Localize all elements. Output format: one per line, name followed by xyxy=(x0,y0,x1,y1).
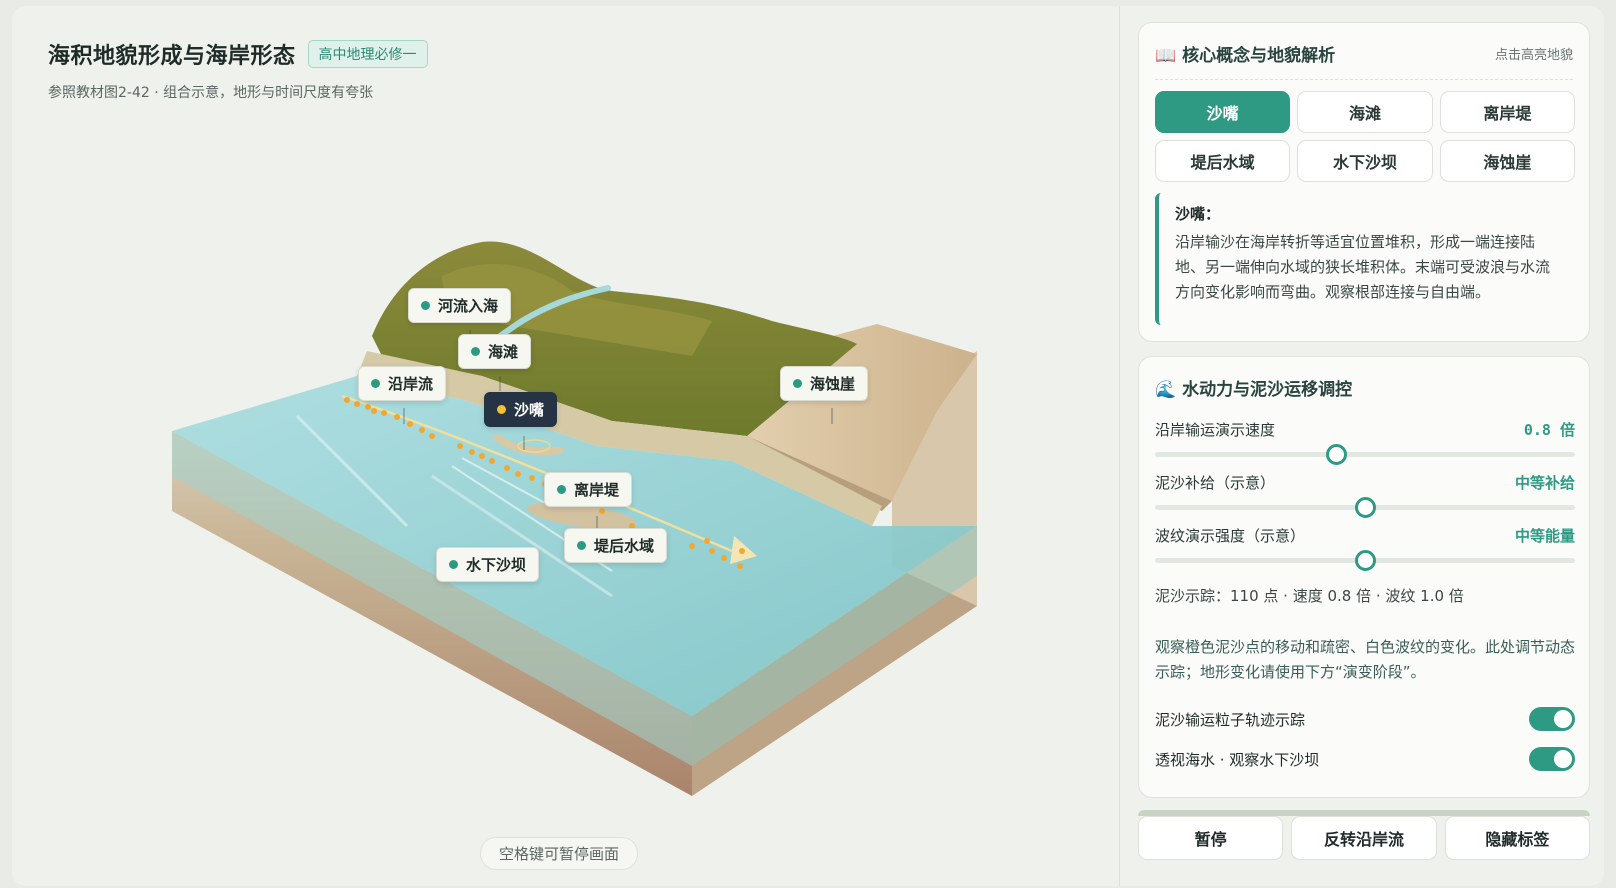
concept-card-hint: 点击高亮地貌 xyxy=(1494,48,1573,63)
concept-detail-body: 沿岸输沙在海岸转折等适宜位置堆积，形成一端连接陆地、另一端伸向水域的狭长堆积体。… xyxy=(1175,233,1551,301)
speed-slider-track[interactable] xyxy=(1155,444,1575,465)
label-dot xyxy=(793,379,802,388)
particle-trace-toggle-row: 泥沙输运粒子轨迹示踪 xyxy=(1155,707,1575,731)
wave-slider-group: 波纹演示强度（示意） 中等能量 xyxy=(1155,525,1575,571)
sediment-slider-track[interactable] xyxy=(1155,497,1575,518)
tab-sea-cliff[interactable]: 海蚀崖 xyxy=(1439,140,1575,182)
tab-spit[interactable]: 沙嘴 xyxy=(1155,91,1291,133)
concept-title-text: 核心概念与地貌解析 xyxy=(1182,46,1336,66)
course-badge: 高中地理必修一 xyxy=(307,40,428,68)
action-bar: 暂停 反转沿岸流 隐藏标签 xyxy=(1138,816,1590,860)
label-spit[interactable]: 沙嘴 xyxy=(484,392,558,427)
label-dot xyxy=(449,560,458,569)
label-text: 堤后水域 xyxy=(594,537,655,555)
toggle-label: 泥沙输运粒子轨迹示踪 xyxy=(1155,710,1306,729)
pause-button[interactable]: 暂停 xyxy=(1138,816,1284,860)
tab-offshore-bar[interactable]: 离岸堤 xyxy=(1439,91,1575,133)
concept-detail-title: 沙嘴： xyxy=(1175,205,1221,223)
terrain-block-diagram[interactable] xyxy=(12,6,1119,886)
label-text: 沿岸流 xyxy=(388,375,434,393)
scene-stage: 海积地貌形成与海岸形态 高中地理必修一 参照教材图2-42 · 组合示意，地形与… xyxy=(12,6,1119,886)
wave-icon: 🌊 xyxy=(1155,380,1177,400)
label-dot xyxy=(421,301,430,310)
slider-value: 中等能量 xyxy=(1514,527,1575,545)
label-text: 水下沙坝 xyxy=(466,556,527,574)
transparent-sea-switch[interactable] xyxy=(1529,747,1575,771)
control-card-header: 🌊 水动力与泥沙运移调控 xyxy=(1155,375,1573,400)
pause-hint: 空格键可暂停画面 xyxy=(480,837,639,870)
label-river-mouth[interactable]: 河流入海 xyxy=(408,288,512,323)
tab-beach[interactable]: 海滩 xyxy=(1297,91,1433,133)
speed-slider-group: 沿岸输运演示速度 0.8 倍 xyxy=(1155,419,1575,465)
label-text: 沙嘴 xyxy=(514,401,545,419)
label-dot xyxy=(371,379,380,388)
wave-slider-track[interactable] xyxy=(1155,550,1575,571)
sediment-slider-group: 泥沙补给（示意） 中等补给 xyxy=(1155,472,1575,518)
side-panel: 📖 核心概念与地貌解析 点击高亮地貌 沙嘴 海滩 离岸堤 堤后水域 水下沙坝 海蚀… xyxy=(1119,6,1604,886)
transparent-sea-toggle-row: 透视海水 · 观察水下沙坝 xyxy=(1155,747,1575,771)
label-dot xyxy=(557,485,566,494)
label-offshore-bar[interactable]: 离岸堤 xyxy=(544,472,633,507)
observation-note: 观察橙色泥沙点的移动和疏密、白色波纹的变化。此处调节动态示踪；地形变化请使用下方… xyxy=(1155,638,1576,681)
book-icon: 📖 xyxy=(1155,46,1177,66)
concept-detail: 沙嘴： 沿岸输沙在海岸转折等适宜位置堆积，形成一端连接陆地、另一端伸向水域的狭长… xyxy=(1155,193,1575,325)
page-title: 海积地貌形成与海岸形态 xyxy=(48,44,296,69)
label-text: 海蚀崖 xyxy=(810,375,856,393)
hide-labels-button[interactable]: 隐藏标签 xyxy=(1444,816,1590,860)
page-subtitle: 参照教材图2-42 · 组合示意，地形与时间尺度有夸张 xyxy=(48,85,374,101)
label-submarine-bar[interactable]: 水下沙坝 xyxy=(436,547,540,582)
label-dot xyxy=(577,541,586,550)
slider-value: 0.8 倍 xyxy=(1523,421,1575,439)
tab-submarine-bar[interactable]: 水下沙坝 xyxy=(1297,140,1433,182)
trace-readout: 泥沙示踪：110 点 · 速度 0.8 倍 · 波纹 1.0 倍 xyxy=(1155,587,1464,605)
slider-value: 中等补给 xyxy=(1514,474,1575,492)
label-text: 海滩 xyxy=(488,343,519,361)
control-card-title: 🌊 水动力与泥沙运移调控 xyxy=(1155,375,1352,400)
label-text: 河流入海 xyxy=(438,297,499,315)
slider-label: 波纹演示强度（示意） xyxy=(1155,527,1306,545)
wave-slider-thumb[interactable] xyxy=(1355,550,1376,571)
tab-lagoon[interactable]: 堤后水域 xyxy=(1155,140,1291,182)
sediment-slider-thumb[interactable] xyxy=(1355,497,1376,518)
label-lagoon[interactable]: 堤后水域 xyxy=(564,528,668,563)
label-dot xyxy=(471,347,480,356)
speed-slider-thumb[interactable] xyxy=(1325,444,1347,465)
header: 海积地貌形成与海岸形态 高中地理必修一 xyxy=(48,38,428,70)
label-beach[interactable]: 海滩 xyxy=(458,334,532,369)
label-dot xyxy=(497,405,506,414)
landform-tabs: 沙嘴 海滩 离岸堤 堤后水域 水下沙坝 海蚀崖 xyxy=(1155,91,1575,182)
slider-label: 泥沙补给（示意） xyxy=(1155,474,1276,492)
divider xyxy=(1155,79,1573,80)
toggle-label: 透视海水 · 观察水下沙坝 xyxy=(1155,750,1320,769)
label-longshore-current[interactable]: 沿岸流 xyxy=(358,366,447,401)
label-text: 离岸堤 xyxy=(574,481,620,499)
concept-card-header: 📖 核心概念与地貌解析 点击高亮地貌 xyxy=(1155,41,1573,66)
control-title-text: 水动力与泥沙运移调控 xyxy=(1182,380,1353,400)
concept-card: 📖 核心概念与地貌解析 点击高亮地貌 沙嘴 海滩 离岸堤 堤后水域 水下沙坝 海蚀… xyxy=(1138,22,1590,342)
label-sea-cliff[interactable]: 海蚀崖 xyxy=(780,366,869,401)
reverse-current-button[interactable]: 反转沿岸流 xyxy=(1291,816,1437,860)
particle-trace-switch[interactable] xyxy=(1529,707,1575,731)
concept-card-title: 📖 核心概念与地貌解析 xyxy=(1155,41,1335,66)
slider-label: 沿岸输运演示速度 xyxy=(1155,421,1276,439)
app-window: 海积地貌形成与海岸形态 高中地理必修一 参照教材图2-42 · 组合示意，地形与… xyxy=(12,6,1604,886)
control-card: 🌊 水动力与泥沙运移调控 沿岸输运演示速度 0.8 倍 泥沙补给（示意） 中等补给 xyxy=(1138,356,1590,798)
